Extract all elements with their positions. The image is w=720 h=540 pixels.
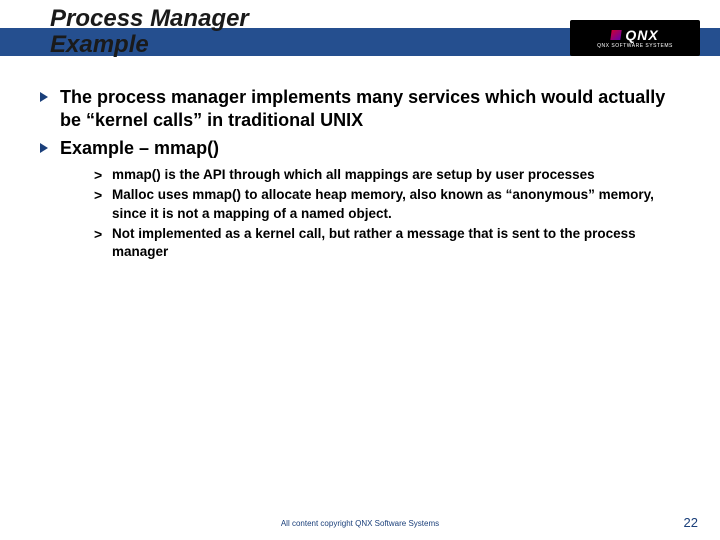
sub-bullet-text: Not implemented as a kernel call, but ra… [112,225,682,261]
sub-bullet-text: mmap() is the API through which all mapp… [112,166,595,184]
logo-main-text: QNX [611,27,658,43]
bullet-item: The process manager implements many serv… [38,86,682,133]
sub-bullet-text: Malloc uses mmap() to allocate heap memo… [112,186,682,222]
sub-bullet-list: > mmap() is the API through which all ma… [94,166,682,261]
title-line-2: Example [50,31,149,58]
logo-subtext: QNX SOFTWARE SYSTEMS [597,43,673,49]
qnx-logo: QNX QNX SOFTWARE SYSTEMS [570,20,700,56]
bullet-text: Example – mmap() [60,137,219,160]
bullet-item: Example – mmap() [38,137,682,160]
logo-brand: QNX [625,27,658,43]
chevron-right-icon: > [94,186,112,204]
sub-bullet-item: > mmap() is the API through which all ma… [94,166,682,184]
footer-copyright: All content copyright QNX Software Syste… [0,519,720,528]
slide-header: Process Manager Example QNX QNX SOFTWARE… [0,0,720,68]
sub-bullet-item: > Not implemented as a kernel call, but … [94,225,682,261]
chevron-right-icon: > [94,225,112,243]
slide-content: The process manager implements many serv… [0,68,720,261]
page-number: 22 [684,515,698,530]
sub-bullet-item: > Malloc uses mmap() to allocate heap me… [94,186,682,222]
arrow-right-icon [38,90,52,104]
bullet-text: The process manager implements many serv… [60,86,682,133]
arrow-right-icon [38,141,52,155]
page-title: Process Manager Example [50,6,249,59]
title-line-1: Process Manager [50,5,249,32]
logo-cube-icon [611,30,622,40]
chevron-right-icon: > [94,166,112,184]
